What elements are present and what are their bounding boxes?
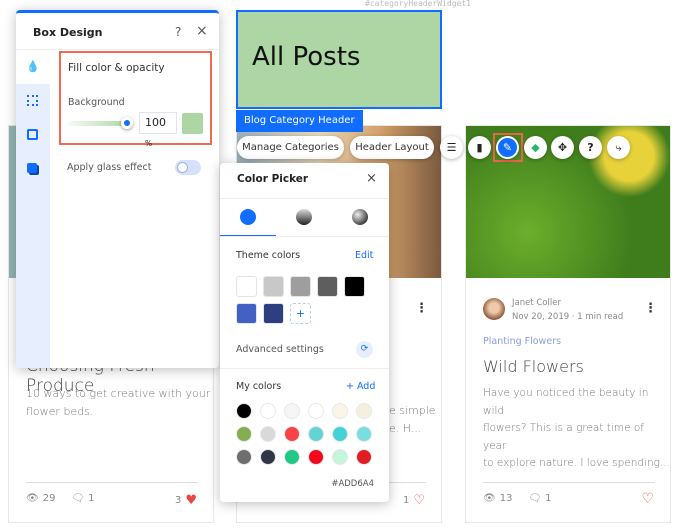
my-color-swatch[interactable] — [356, 426, 372, 442]
divider — [26, 482, 198, 483]
theme-color-swatch[interactable] — [290, 276, 311, 297]
eye-icon: 👁 — [483, 493, 496, 504]
my-color-swatch[interactable] — [284, 403, 300, 419]
color-picker-panel: Color Picker × Theme colors Edit + Advan… — [220, 163, 389, 502]
post-category[interactable]: Planting Flowers — [483, 336, 561, 347]
glass-effect-toggle[interactable] — [175, 160, 201, 175]
glass-effect-label: Apply glass effect — [67, 162, 152, 173]
heart-outline-icon: ♡ — [413, 493, 425, 508]
like-button[interactable]: ♡ — [641, 491, 654, 507]
widget-id-label: #categoryHeaderWidget1 — [365, 0, 471, 8]
layout-icon[interactable]: ▮ — [468, 136, 491, 159]
help-icon[interactable]: ? — [579, 136, 602, 159]
avatar[interactable] — [483, 298, 505, 320]
theme-color-swatch[interactable] — [344, 276, 365, 297]
my-colors-label: My colors — [236, 381, 282, 392]
gradient-tab[interactable] — [296, 209, 312, 225]
more-options-icon[interactable]: ⋮ — [415, 301, 428, 316]
my-color-swatch[interactable] — [332, 426, 348, 442]
theme-color-swatch[interactable] — [236, 303, 257, 324]
fill-section-highlight: Fill color & opacity Background 100 % — [59, 51, 212, 148]
my-color-swatch[interactable] — [332, 403, 348, 419]
my-color-swatch[interactable] — [260, 403, 276, 419]
my-color-swatch[interactable] — [260, 426, 276, 442]
post-card[interactable]: Janet Coller Nov 20, 2019 · 1 min read ⋮… — [465, 125, 671, 523]
heart-outline-icon: ♡ — [641, 491, 654, 507]
more-options-icon[interactable]: ⋮ — [644, 301, 657, 316]
theme-color-swatch[interactable] — [236, 276, 257, 297]
post-meta: Nov 20, 2019 · 1 min read — [512, 312, 624, 322]
box-design-panel: Box Design ? × 💧 Fill color & opacity Ba… — [16, 10, 219, 368]
my-color-swatch[interactable] — [356, 449, 372, 465]
my-color-swatch[interactable] — [308, 403, 324, 419]
background-label: Background — [68, 97, 125, 108]
category-header-widget[interactable]: All Posts — [236, 10, 442, 109]
comment-icon: 🗨 — [528, 493, 542, 504]
advanced-settings-label[interactable]: Advanced settings — [236, 344, 324, 355]
my-color-swatch[interactable] — [236, 426, 252, 442]
my-color-swatch[interactable] — [332, 449, 348, 465]
my-color-swatch[interactable] — [236, 449, 252, 465]
add-theme-color-button[interactable]: + — [290, 303, 311, 324]
shadow-icon[interactable] — [27, 163, 37, 173]
stretch-icon[interactable]: ✥ — [551, 136, 574, 159]
eye-icon: 👁 — [26, 493, 39, 504]
widget-tag: Blog Category Header — [236, 110, 363, 132]
picker-title: Color Picker — [237, 173, 309, 185]
advanced-settings-icon[interactable]: ⟳ — [356, 341, 373, 358]
my-color-swatch[interactable] — [284, 449, 300, 465]
my-color-swatch[interactable] — [356, 403, 372, 419]
theme-color-swatch[interactable] — [263, 276, 284, 297]
border-icon[interactable] — [27, 95, 38, 106]
panel-sidebar: 💧 — [16, 50, 50, 368]
animation-icon[interactable]: ◆ — [524, 136, 547, 159]
like-button[interactable]: 1 ♡ — [403, 493, 425, 508]
post-stats: 👁 13 🗨 1 — [483, 493, 552, 504]
section-title: Fill color & opacity — [68, 62, 165, 74]
edit-theme-button[interactable]: Edit — [355, 250, 373, 261]
design-brush-icon[interactable]: ✎ — [496, 136, 519, 159]
my-color-swatch[interactable] — [308, 426, 324, 442]
opacity-slider[interactable] — [68, 121, 128, 126]
close-button[interactable]: × — [196, 23, 208, 39]
hex-value[interactable]: #ADD6A4 — [331, 479, 374, 489]
fill-color-swatch[interactable] — [182, 113, 203, 134]
opacity-input[interactable]: 100 % — [139, 112, 177, 148]
connect-icon[interactable]: ⤷ — [607, 136, 630, 159]
opacity-slider-handle[interactable] — [121, 117, 133, 129]
post-excerpt: 10 ways to get creative with your flower … — [26, 387, 211, 418]
theme-color-swatch[interactable] — [317, 276, 338, 297]
post-stats: 👁 29 🗨 1 — [26, 493, 95, 504]
post-excerpt: Have you noticed the beauty in wild flowe… — [483, 387, 670, 469]
fill-icon[interactable]: 💧 — [16, 50, 50, 84]
divider — [483, 482, 655, 483]
like-button[interactable]: 3 ♥ — [175, 493, 197, 508]
header-title[interactable]: All Posts — [252, 42, 360, 72]
settings-list-icon[interactable]: ☰ — [440, 136, 463, 159]
solid-tab[interactable] — [240, 209, 256, 225]
corners-icon[interactable] — [27, 129, 38, 140]
author-name[interactable]: Janet Coller — [512, 298, 561, 308]
my-color-swatch[interactable] — [260, 449, 276, 465]
post-title[interactable]: Wild Flowers — [483, 357, 584, 376]
add-color-button[interactable]: + Add — [346, 381, 375, 392]
heart-filled-icon: ♥ — [185, 493, 197, 508]
theme-colors-label: Theme colors — [236, 250, 301, 261]
theme-color-swatch[interactable] — [263, 303, 284, 324]
my-color-swatch[interactable] — [308, 449, 324, 465]
panel-title: Box Design — [33, 26, 103, 39]
my-color-swatch[interactable] — [284, 426, 300, 442]
comment-icon: 🗨 — [71, 493, 85, 504]
header-layout-button[interactable]: Header Layout — [350, 136, 434, 159]
help-button[interactable]: ? — [175, 25, 181, 39]
post-excerpt: e simple e. H... — [389, 404, 436, 435]
manage-categories-button[interactable]: Manage Categories — [237, 136, 344, 159]
image-tab[interactable] — [352, 209, 368, 225]
my-color-swatch[interactable] — [236, 403, 252, 419]
close-button[interactable]: × — [366, 171, 377, 186]
